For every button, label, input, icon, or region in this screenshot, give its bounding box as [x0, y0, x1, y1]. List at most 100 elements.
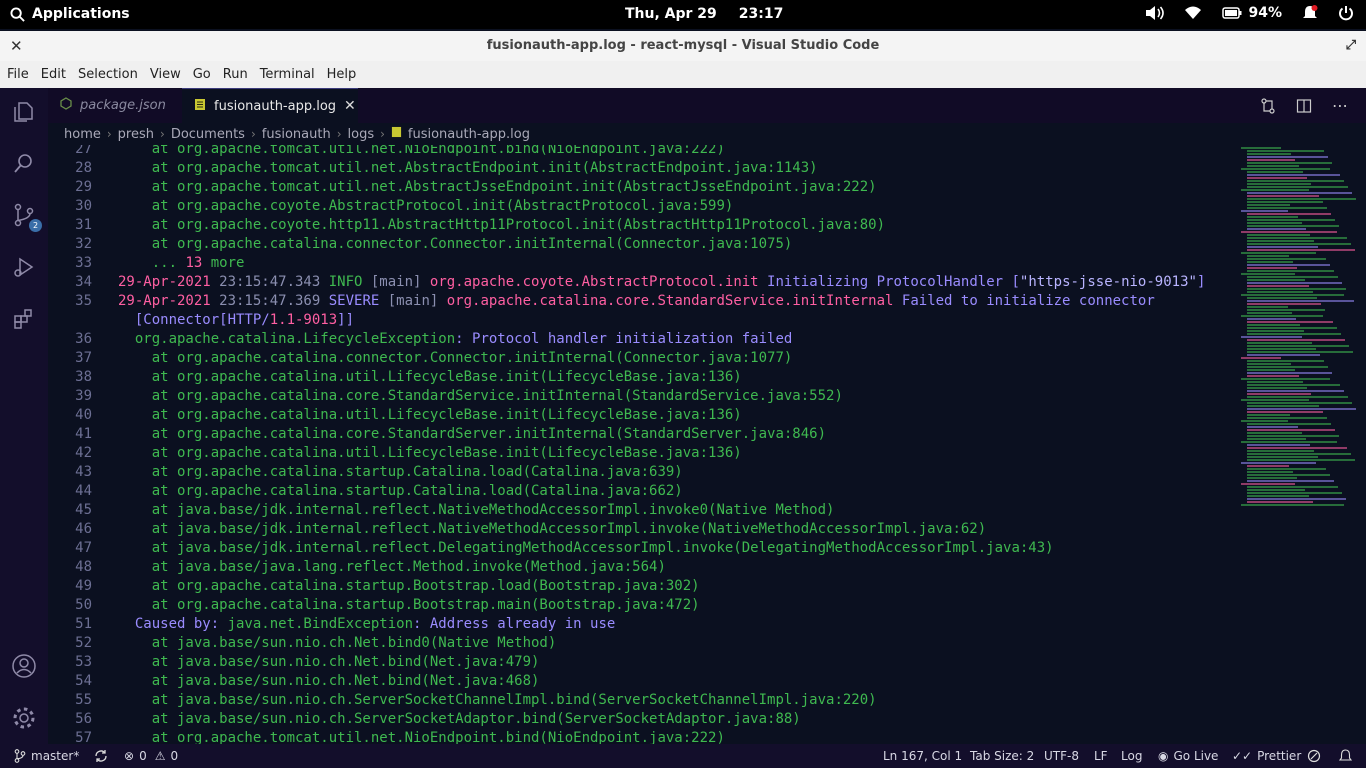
breadcrumb-logs[interactable]: logs: [348, 127, 375, 142]
minimap-line: [1247, 222, 1302, 224]
minimap-line: [1247, 432, 1302, 434]
tab-fusionauth-app-log[interactable]: fusionauth-app.log ✕: [182, 88, 358, 123]
breadcrumb-home[interactable]: home: [64, 127, 101, 142]
minimap-line: [1247, 360, 1324, 362]
minimap-line: [1247, 150, 1324, 152]
line-number: 48: [75, 559, 92, 575]
window-title: fusionauth-app.log - react-mysql - Visua…: [486, 38, 880, 53]
go-live-button[interactable]: ◉ Go Live: [1158, 744, 1218, 768]
menu-help[interactable]: Help: [321, 67, 363, 82]
breadcrumb-presh[interactable]: presh: [118, 127, 154, 142]
extensions-icon[interactable]: [10, 305, 38, 333]
minimap-line: [1247, 417, 1327, 419]
more-actions-icon[interactable]: ⋯: [1332, 96, 1348, 115]
battery-indicator[interactable]: 94%: [1222, 5, 1282, 21]
sync-icon[interactable]: [94, 744, 108, 768]
minimap-line: [1247, 225, 1339, 227]
end-of-line[interactable]: LF: [1094, 744, 1108, 768]
power-icon[interactable]: [1338, 5, 1354, 21]
line-text: at org.apache.catalina.startup.Bootstrap…: [118, 577, 700, 596]
line-text: at org.apache.catalina.core.StandardServ…: [118, 387, 843, 406]
minimap-line: [1247, 288, 1346, 290]
clock[interactable]: Thu, Apr 29 23:17: [625, 6, 783, 22]
minimap-line: [1247, 249, 1355, 251]
code-line: 32 at org.apache.catalina.connector.Conn…: [48, 235, 1238, 254]
menu-selection[interactable]: Selection: [72, 67, 144, 82]
minimap-line: [1247, 414, 1290, 416]
breadcrumb-documents[interactable]: Documents: [171, 127, 245, 142]
line-number: 34: [75, 274, 92, 290]
search-icon: [10, 6, 25, 22]
code-line: 39 at org.apache.catalina.core.StandardS…: [48, 387, 1238, 406]
menu-terminal[interactable]: Terminal: [254, 67, 321, 82]
minimap[interactable]: [1238, 145, 1366, 744]
system-tray[interactable]: 94%: [1144, 5, 1354, 21]
warning-icon: ⚠: [154, 749, 166, 763]
open-changes-icon[interactable]: [1260, 97, 1276, 114]
close-tab-icon[interactable]: ✕: [344, 98, 356, 114]
split-editor-icon[interactable]: [1296, 98, 1312, 114]
accounts-icon[interactable]: [10, 652, 38, 680]
minimap-line: [1241, 168, 1330, 170]
volume-icon[interactable]: [1144, 5, 1165, 21]
token: 23:15:47.343: [210, 274, 329, 290]
explorer-icon[interactable]: [10, 98, 38, 126]
minimap-line: [1241, 189, 1309, 191]
line-text: at org.apache.coyote.AbstractProtocol.in…: [118, 197, 734, 216]
notification-bell-icon[interactable]: [1302, 5, 1318, 21]
minimap-line: [1247, 165, 1299, 167]
source-control-icon[interactable]: 2: [10, 201, 42, 232]
line-text: 29-Apr-2021 23:15:47.369 SEVERE [main] o…: [118, 292, 1155, 311]
breadcrumb-fusionauth[interactable]: fusionauth: [262, 127, 331, 142]
code-line: 37 at org.apache.catalina.connector.Conn…: [48, 349, 1238, 368]
cursor-position[interactable]: Ln 167, Col 1: [883, 744, 962, 768]
maximize-icon[interactable]: ⤢: [1346, 31, 1356, 61]
menu-edit[interactable]: Edit: [35, 67, 72, 82]
minimap-line: [1241, 441, 1337, 443]
token: at org.apache.catalina.startup.Bootstrap…: [118, 578, 700, 594]
token: : Protocol handler initialization failed: [455, 331, 793, 347]
applications-menu[interactable]: Applications: [10, 6, 130, 22]
minimap-line: [1241, 252, 1316, 254]
menu-file[interactable]: File: [0, 67, 35, 82]
menu-view[interactable]: View: [144, 67, 187, 82]
minimap-line: [1247, 213, 1331, 215]
close-window-icon[interactable]: ✕: [10, 31, 23, 61]
wifi-icon[interactable]: [1184, 6, 1202, 20]
encoding[interactable]: UTF-8: [1044, 744, 1079, 768]
settings-gear-icon[interactable]: [10, 704, 38, 732]
line-text: [Connector[HTTP/1.1-9013]]: [118, 311, 354, 330]
code-line: 46 at java.base/jdk.internal.reflect.Nat…: [48, 520, 1238, 539]
minimap-line: [1247, 453, 1351, 455]
code-line: 44 at org.apache.catalina.startup.Catali…: [48, 482, 1238, 501]
tab-size[interactable]: Tab Size: 2: [970, 744, 1034, 768]
minimap-line: [1247, 348, 1316, 350]
chevron-right-icon: ›: [106, 127, 112, 141]
breadcrumb-file[interactable]: fusionauth-app.log: [408, 127, 530, 142]
minimap-line: [1247, 207, 1327, 209]
token: java.net.BindException: [227, 616, 414, 632]
branch-indicator[interactable]: master*: [14, 744, 79, 768]
menu-go[interactable]: Go: [187, 67, 217, 82]
double-check-icon: ✓✓: [1232, 749, 1253, 763]
prettier-button[interactable]: ✓✓ Prettier: [1232, 744, 1301, 768]
run-debug-icon[interactable]: [10, 253, 38, 281]
minimap-line: [1247, 258, 1326, 260]
notifications-bell-icon[interactable]: [1339, 744, 1352, 768]
search-icon[interactable]: [10, 149, 38, 177]
error-count: 0: [139, 749, 147, 763]
line-number: 38: [75, 369, 92, 385]
token: at org.apache.coyote.http11.AbstractHttp…: [118, 217, 886, 233]
code-line: 57 at org.apache.tomcat.util.net.NioEndp…: [48, 729, 1238, 744]
feedback-icon[interactable]: [1307, 744, 1321, 768]
menu-run[interactable]: Run: [217, 67, 254, 82]
language-mode[interactable]: Log: [1121, 744, 1142, 768]
tab-package-json[interactable]: package.json: [48, 88, 181, 123]
minimap-line: [1247, 372, 1332, 374]
problems-indicator[interactable]: ⊗ 0 ⚠ 0: [124, 744, 178, 768]
editor-text-area[interactable]: 27 at org.apache.tomcat.util.net.NioEndp…: [48, 145, 1238, 744]
line-number: 53: [75, 654, 92, 670]
line-number: 29: [75, 179, 92, 195]
token: ]]: [337, 312, 355, 328]
minimap-line: [1247, 447, 1347, 449]
